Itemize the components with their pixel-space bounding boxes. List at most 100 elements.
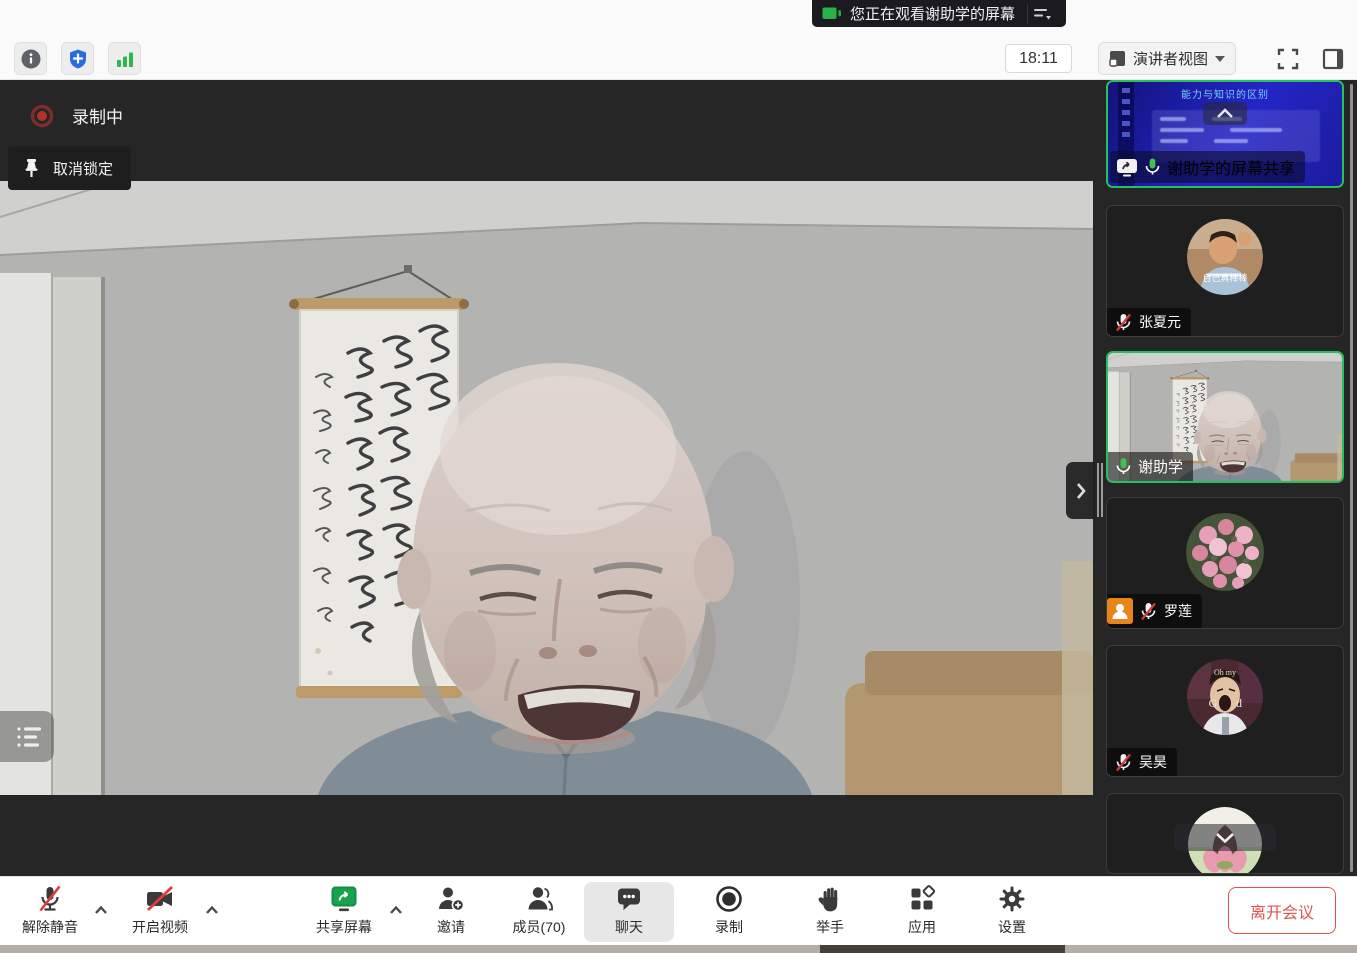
participant-name-tag: 吴昊: [1107, 748, 1177, 776]
mic-muted-icon: [1115, 313, 1132, 332]
unpin-button[interactable]: 取消锁定: [8, 146, 131, 190]
apps-icon: [907, 884, 937, 914]
unpin-label: 取消锁定: [53, 158, 113, 179]
security-button[interactable]: [61, 42, 94, 75]
avatar-caption-left: G: [1209, 696, 1218, 710]
participant-name-tag: 张夏元: [1107, 308, 1191, 336]
signal-bars-icon: [114, 48, 136, 70]
share-options-chevron[interactable]: [387, 903, 405, 917]
camera-off-icon: [144, 884, 176, 914]
chat-label: 聊天: [615, 917, 643, 937]
guest-badge-icon: [1107, 598, 1133, 624]
speaker-view-icon: [1109, 50, 1126, 67]
share-screen-icon: [329, 884, 359, 914]
raise-hand-button[interactable]: 举手: [785, 882, 875, 942]
annotation-menu-button[interactable]: [0, 711, 54, 762]
side-panel-button[interactable]: [1316, 42, 1349, 75]
screen-share-icon: [1116, 158, 1138, 177]
participant-name: 吴昊: [1139, 752, 1167, 772]
chevron-right-icon: [1075, 481, 1087, 501]
chevron-up-icon: [93, 905, 109, 915]
banner-menu-icon: [1034, 8, 1052, 20]
clock-text: 18:11: [1019, 50, 1058, 68]
collapse-sidebar-button[interactable]: [1066, 462, 1095, 519]
chat-button[interactable]: 聊天: [584, 882, 674, 942]
apps-label: 应用: [908, 917, 936, 937]
pin-icon: [22, 158, 41, 178]
mic-on-icon: [1145, 158, 1160, 176]
recording-label: 录制中: [72, 103, 123, 128]
participants-icon: [524, 884, 554, 914]
meeting-info-button[interactable]: [14, 42, 47, 75]
share-screen-label: 共享屏幕: [316, 917, 372, 937]
apps-button[interactable]: 应用: [877, 882, 967, 942]
avatar-caption: 自己真棒棒: [1202, 272, 1247, 283]
mic-muted-icon: [35, 884, 65, 914]
side-panel-icon: [1321, 47, 1345, 71]
network-stats-button[interactable]: [108, 42, 141, 75]
tile-participant-partial[interactable]: [1106, 793, 1344, 874]
taskbar-edge: [0, 945, 1357, 953]
tile-active-speaker[interactable]: 谢助学: [1106, 351, 1344, 483]
chevron-down-icon: [1214, 831, 1236, 844]
viewing-screen-banner: 您正在观看谢助学的屏幕: [812, 0, 1066, 27]
invite-button[interactable]: 邀请: [406, 882, 496, 942]
avatar: Oh my G d: [1187, 659, 1263, 735]
fullscreen-button[interactable]: [1271, 42, 1304, 75]
banner-menu-button[interactable]: [1027, 4, 1058, 24]
tile-participant[interactable]: Oh my G d 吴昊: [1106, 645, 1344, 777]
video-options-chevron[interactable]: [203, 903, 221, 917]
tile-participant[interactable]: 自己真棒棒 张夏元: [1106, 205, 1344, 337]
taskbar-edge-segment: [820, 945, 1065, 953]
raise-hand-label: 举手: [816, 917, 844, 937]
settings-button[interactable]: 设置: [967, 882, 1057, 942]
mic-options-chevron[interactable]: [92, 903, 110, 917]
recording-dot-icon: [30, 104, 54, 128]
share-name: 谢助学的屏幕共享: [1167, 155, 1295, 179]
list-icon: [16, 725, 42, 749]
participant-name-tag: 谢助学: [1108, 452, 1193, 481]
tile-screen-share[interactable]: 能力与知识的区别 谢助学的屏幕共享: [1106, 80, 1344, 188]
leave-meeting-button[interactable]: 离开会议: [1228, 887, 1336, 934]
invite-label: 邀请: [437, 917, 465, 937]
start-video-label: 开启视频: [132, 917, 188, 937]
chevron-down-icon: [1215, 56, 1225, 62]
chevron-up-icon: [204, 905, 220, 915]
banner-label: 您正在观看谢助学的屏幕: [850, 3, 1015, 24]
participant-name: 罗莲: [1164, 601, 1192, 621]
slide-title: 能力与知识的区别: [1108, 86, 1342, 101]
fullscreen-icon: [1276, 47, 1300, 71]
tile-participant[interactable]: 罗莲: [1106, 497, 1344, 629]
raise-hand-icon: [815, 884, 845, 914]
start-video-button[interactable]: 开启视频: [115, 882, 205, 942]
avatar: 自己真棒棒: [1187, 219, 1263, 295]
participant-name-tag: 罗莲: [1107, 594, 1202, 628]
record-icon: [714, 884, 744, 914]
record-label: 录制: [715, 917, 743, 937]
scroll-up-button[interactable]: [1203, 102, 1247, 125]
unmute-button[interactable]: 解除静音: [5, 882, 95, 942]
scroll-down-button[interactable]: [1174, 824, 1276, 851]
unmute-label: 解除静音: [22, 917, 78, 937]
main-video: [0, 181, 1093, 795]
view-mode-button[interactable]: 演讲者视图: [1098, 42, 1236, 75]
participant-name: 谢助学: [1138, 456, 1183, 477]
chat-icon: [614, 884, 644, 914]
clock: 18:11: [1005, 44, 1072, 73]
sidebar-scrollbar[interactable]: [1350, 84, 1353, 872]
view-mode-label: 演讲者视图: [1133, 48, 1208, 69]
screen-audio-icon: [822, 6, 842, 22]
participants-button[interactable]: 成员(70): [494, 882, 584, 942]
participants-label: 成员(70): [513, 917, 566, 937]
chevron-up-icon: [1216, 108, 1234, 119]
meeting-toolbar: 解除静音 开启视频 共享屏幕 邀请 成员(70) 聊天: [0, 876, 1357, 945]
avatar: [1186, 513, 1264, 591]
avatar-caption-top: Oh my: [1214, 668, 1236, 677]
leave-meeting-label: 离开会议: [1250, 899, 1314, 923]
avatar-caption-right: d: [1236, 696, 1242, 710]
settings-gear-icon: [997, 884, 1027, 914]
record-button[interactable]: 录制: [684, 882, 774, 942]
sidebar-resize-grip[interactable]: [1097, 463, 1104, 517]
invite-icon: [436, 884, 466, 914]
share-screen-button[interactable]: 共享屏幕: [299, 882, 389, 942]
